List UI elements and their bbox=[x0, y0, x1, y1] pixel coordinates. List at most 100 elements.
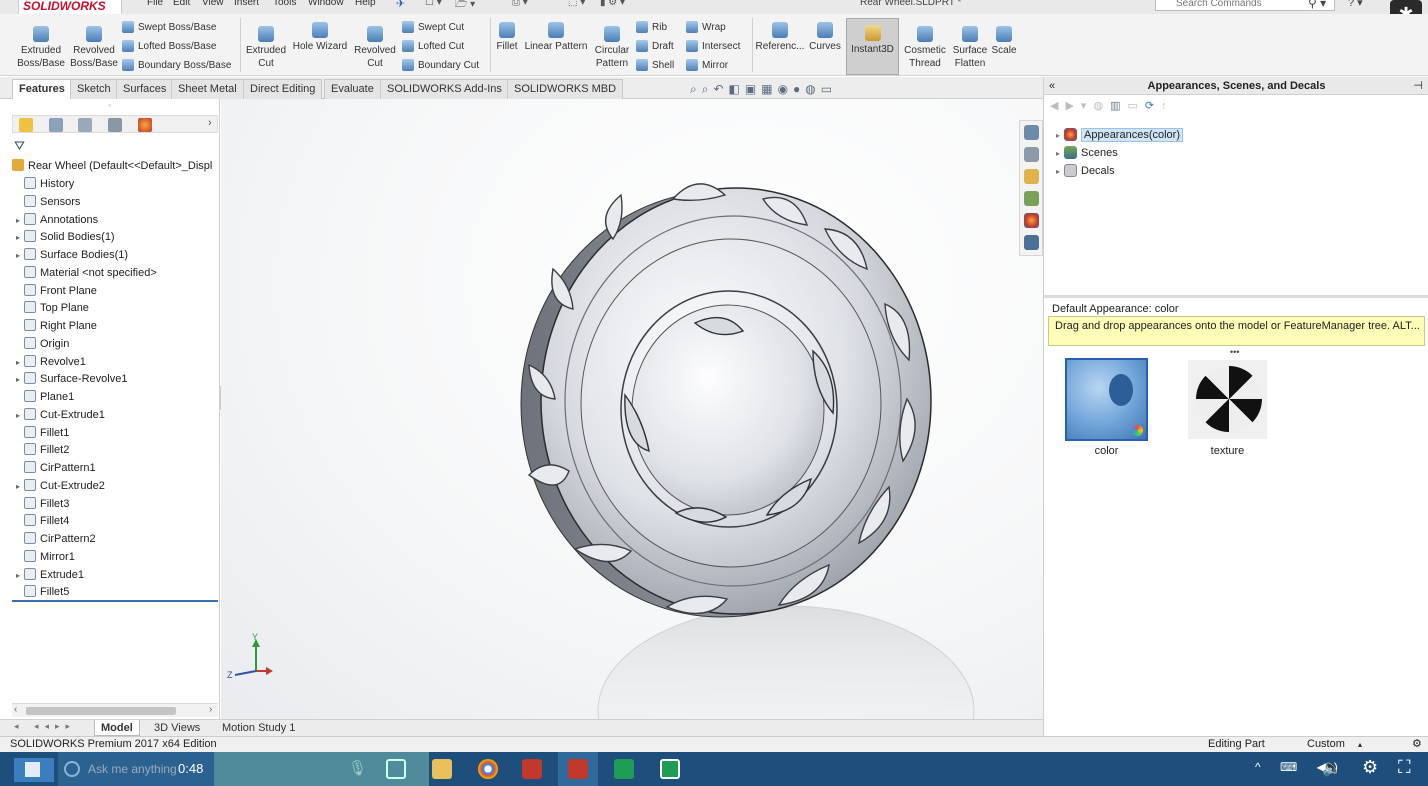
more-handle-icon[interactable]: ••• bbox=[1230, 347, 1239, 357]
solidworks-2017-icon[interactable] bbox=[568, 759, 588, 779]
tab-mbd[interactable]: SOLIDWORKS MBD bbox=[507, 79, 624, 99]
quick-access-new-icon[interactable]: ☐ ▾ bbox=[425, 0, 442, 8]
pin-icon[interactable]: ✈ bbox=[396, 0, 405, 10]
menu-insert[interactable]: Insert bbox=[234, 0, 259, 8]
rib-button[interactable]: Rib bbox=[636, 21, 667, 35]
tab-nav-arrows-icon[interactable]: ◂◂▸▸ bbox=[34, 721, 76, 732]
tree-item[interactable]: ▸ Revolve1 bbox=[12, 354, 220, 371]
tab-sketch[interactable]: Sketch bbox=[70, 79, 118, 99]
units-selector[interactable]: Custom bbox=[1307, 737, 1345, 752]
tree-item[interactable]: CirPattern2 bbox=[12, 531, 220, 548]
tree-item[interactable]: Fillet2 bbox=[12, 442, 220, 459]
tab-sheet-metal[interactable]: Sheet Metal bbox=[171, 79, 244, 99]
customize-icon[interactable]: ⚙ bbox=[1412, 737, 1422, 752]
tree-item[interactable]: Mirror1 bbox=[12, 549, 220, 566]
units-dropdown-icon[interactable]: ▴ bbox=[1358, 737, 1362, 752]
fillet-button[interactable]: Fillet bbox=[493, 22, 521, 53]
panel-grip[interactable]: ◦ bbox=[108, 100, 111, 110]
previous-view-icon[interactable]: ↶ bbox=[713, 82, 728, 96]
design-library-icon[interactable] bbox=[1024, 147, 1039, 162]
boundary-cut-button[interactable]: Boundary Cut bbox=[402, 59, 479, 73]
zoom-area-icon[interactable]: ⌕ bbox=[702, 82, 714, 96]
draft-button[interactable]: Draft bbox=[636, 40, 674, 54]
up-icon[interactable]: ↑ bbox=[1161, 100, 1174, 112]
hole-wizard-button[interactable]: Hole Wizard bbox=[291, 22, 349, 53]
extruded-cut-button[interactable]: Extruded Cut bbox=[244, 26, 288, 70]
tree-item[interactable]: Right Plane bbox=[12, 318, 220, 335]
scrollbar-thumb[interactable] bbox=[26, 707, 176, 715]
expand-arrow-icon[interactable]: ▸ bbox=[1052, 127, 1064, 144]
display-manager-tab-icon[interactable] bbox=[138, 118, 152, 132]
tab-nav-first-icon[interactable]: ◂ bbox=[14, 721, 19, 732]
tab-features[interactable]: Features bbox=[12, 79, 72, 99]
tree-item[interactable]: ▸ Cut-Extrude2 bbox=[12, 478, 220, 495]
extruded-boss-button[interactable]: Extruded Boss/Base bbox=[16, 26, 66, 70]
expand-arrow-icon[interactable]: ▸ bbox=[12, 354, 24, 371]
task-view-icon[interactable] bbox=[386, 759, 406, 779]
scroll-left-icon[interactable]: ‹ bbox=[14, 704, 17, 715]
view-palette-icon[interactable] bbox=[1024, 191, 1039, 206]
tree-decals[interactable]: ▸ Decals bbox=[1052, 163, 1115, 180]
tree-item[interactable]: Fillet5 bbox=[12, 584, 220, 601]
expand-arrow-icon[interactable]: ▸ bbox=[12, 247, 24, 264]
solidworks-logo[interactable]: SOLIDWORKS bbox=[18, 0, 122, 15]
edit-appearance-icon[interactable]: ● bbox=[793, 82, 805, 96]
display-style-icon[interactable]: ▦ bbox=[761, 82, 777, 96]
quick-access-open-icon[interactable]: 🗁 ▾ bbox=[455, 0, 475, 14]
tree-item[interactable]: Fillet4 bbox=[12, 513, 220, 530]
property-manager-tab-icon[interactable] bbox=[49, 118, 63, 132]
add-to-library-icon[interactable]: ◍ bbox=[1093, 100, 1110, 112]
chrome-icon[interactable] bbox=[478, 759, 498, 779]
help-icon[interactable]: ? ▾ bbox=[1348, 0, 1363, 9]
tab-surfaces[interactable]: Surfaces bbox=[116, 79, 174, 99]
tree-item[interactable]: ▸ Extrude1 bbox=[12, 567, 220, 584]
tree-item[interactable]: Fillet3 bbox=[12, 496, 220, 513]
menu-edit[interactable]: Edit bbox=[173, 0, 190, 8]
collapse-pane-icon[interactable]: « bbox=[1049, 77, 1055, 95]
file-explorer-icon[interactable] bbox=[432, 759, 452, 779]
tree-item[interactable]: ▸ Annotations bbox=[12, 212, 220, 229]
tab-direct-editing[interactable]: Direct Editing bbox=[243, 79, 323, 99]
file-explorer-icon[interactable] bbox=[1024, 169, 1039, 184]
swatch-texture[interactable] bbox=[1186, 358, 1269, 441]
camtasia-recorder-icon[interactable] bbox=[660, 759, 680, 779]
folder-icon[interactable]: ▭ bbox=[1127, 100, 1144, 112]
quick-access-print-icon[interactable]: ⎙ ▾ bbox=[512, 0, 528, 8]
curves-button[interactable]: Curves bbox=[807, 22, 843, 53]
tree-item[interactable]: Origin bbox=[12, 336, 220, 353]
menu-file[interactable]: File bbox=[147, 0, 163, 8]
fullscreen-icon[interactable]: ⛶ bbox=[1398, 757, 1411, 778]
expand-arrow-icon[interactable]: ▸ bbox=[12, 229, 24, 246]
shell-button[interactable]: Shell bbox=[636, 59, 674, 73]
tree-item[interactable]: Material <not specified> bbox=[12, 265, 220, 282]
circular-pattern-button[interactable]: Circular Pattern bbox=[593, 26, 631, 70]
lofted-cut-button[interactable]: Lofted Cut bbox=[402, 40, 464, 54]
refresh-icon[interactable]: ⟳ bbox=[1145, 100, 1161, 112]
horizontal-scrollbar[interactable]: ‹ › bbox=[12, 703, 218, 717]
cosmetic-thread-button[interactable]: Cosmetic Thread bbox=[902, 26, 948, 70]
view-settings-icon[interactable]: ▭ bbox=[821, 82, 837, 96]
chevron-right-icon[interactable]: › bbox=[208, 117, 212, 129]
feature-manager-tab-icon[interactable] bbox=[19, 118, 33, 132]
camtasia-icon[interactable] bbox=[614, 759, 634, 779]
swept-boss-button[interactable]: Swept Boss/Base bbox=[122, 21, 216, 35]
menu-help[interactable]: Help bbox=[355, 0, 376, 8]
expand-arrow-icon[interactable]: ▸ bbox=[12, 407, 24, 424]
tree-root-part[interactable]: Rear Wheel (Default<<Default>_Displ bbox=[12, 158, 220, 175]
hide-show-icon[interactable]: ◉ bbox=[778, 82, 793, 96]
library-icon[interactable]: ▥ bbox=[1110, 100, 1127, 112]
configuration-manager-tab-icon[interactable] bbox=[78, 118, 92, 132]
tab-evaluate[interactable]: Evaluate bbox=[324, 79, 381, 99]
linear-pattern-button[interactable]: Linear Pattern bbox=[522, 22, 590, 53]
wheel-model[interactable]: Y Z bbox=[221, 99, 1043, 719]
apply-scene-icon[interactable]: ◍ bbox=[805, 82, 820, 96]
swatch-color[interactable] bbox=[1065, 358, 1148, 441]
menu-tools[interactable]: Tools bbox=[273, 0, 296, 8]
tab-add-ins[interactable]: SOLIDWORKS Add-Ins bbox=[380, 79, 509, 99]
tree-appearances[interactable]: ▸ Appearances(color) bbox=[1052, 127, 1183, 144]
tab-3d-views[interactable]: 3D Views bbox=[148, 720, 206, 736]
revolved-cut-button[interactable]: Revolved Cut bbox=[352, 26, 398, 70]
menu-window[interactable]: Window bbox=[308, 0, 344, 8]
back-icon[interactable]: ◀ bbox=[1050, 100, 1065, 112]
select-icon[interactable]: ⬚ ▾ bbox=[568, 0, 585, 8]
